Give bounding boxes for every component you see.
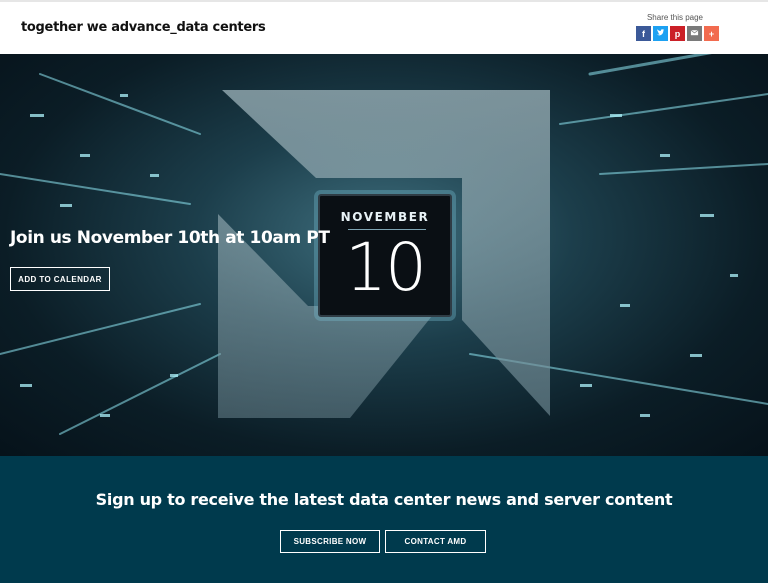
share-buttons: f p + — [636, 26, 719, 41]
signup-title: Sign up to receive the latest data cente… — [95, 490, 673, 509]
share-facebook-button[interactable]: f — [636, 26, 651, 41]
share-more-button[interactable]: + — [704, 26, 719, 41]
site-header: together we advance_data centers Share t… — [0, 0, 768, 54]
share-twitter-button[interactable] — [653, 26, 668, 41]
calendar-month: NOVEMBER — [340, 210, 430, 224]
subscribe-now-button[interactable]: SUBSCRIBE NOW — [280, 530, 380, 553]
hero-banner: NOVEMBER 10 Join us November 10th at 10a… — [0, 54, 768, 456]
more-plus-icon: + — [708, 28, 715, 39]
signup-section: Sign up to receive the latest data cente… — [0, 456, 768, 583]
site-brand-title[interactable]: together we advance_data centers — [21, 20, 266, 35]
facebook-icon: f — [642, 28, 645, 39]
calendar-date-card: NOVEMBER 10 — [318, 194, 452, 317]
calendar-day: 10 — [345, 229, 427, 306]
share-email-button[interactable] — [687, 26, 702, 41]
contact-amd-button[interactable]: CONTACT AMD — [385, 530, 486, 553]
hero-title: Join us November 10th at 10am PT — [10, 228, 330, 248]
pinterest-icon: p — [674, 28, 681, 39]
add-to-calendar-button[interactable]: ADD TO CALENDAR — [10, 267, 110, 291]
share-label: Share this page — [646, 13, 704, 22]
twitter-icon — [656, 28, 665, 39]
share-pinterest-button[interactable]: p — [670, 26, 685, 41]
email-icon — [690, 28, 699, 39]
